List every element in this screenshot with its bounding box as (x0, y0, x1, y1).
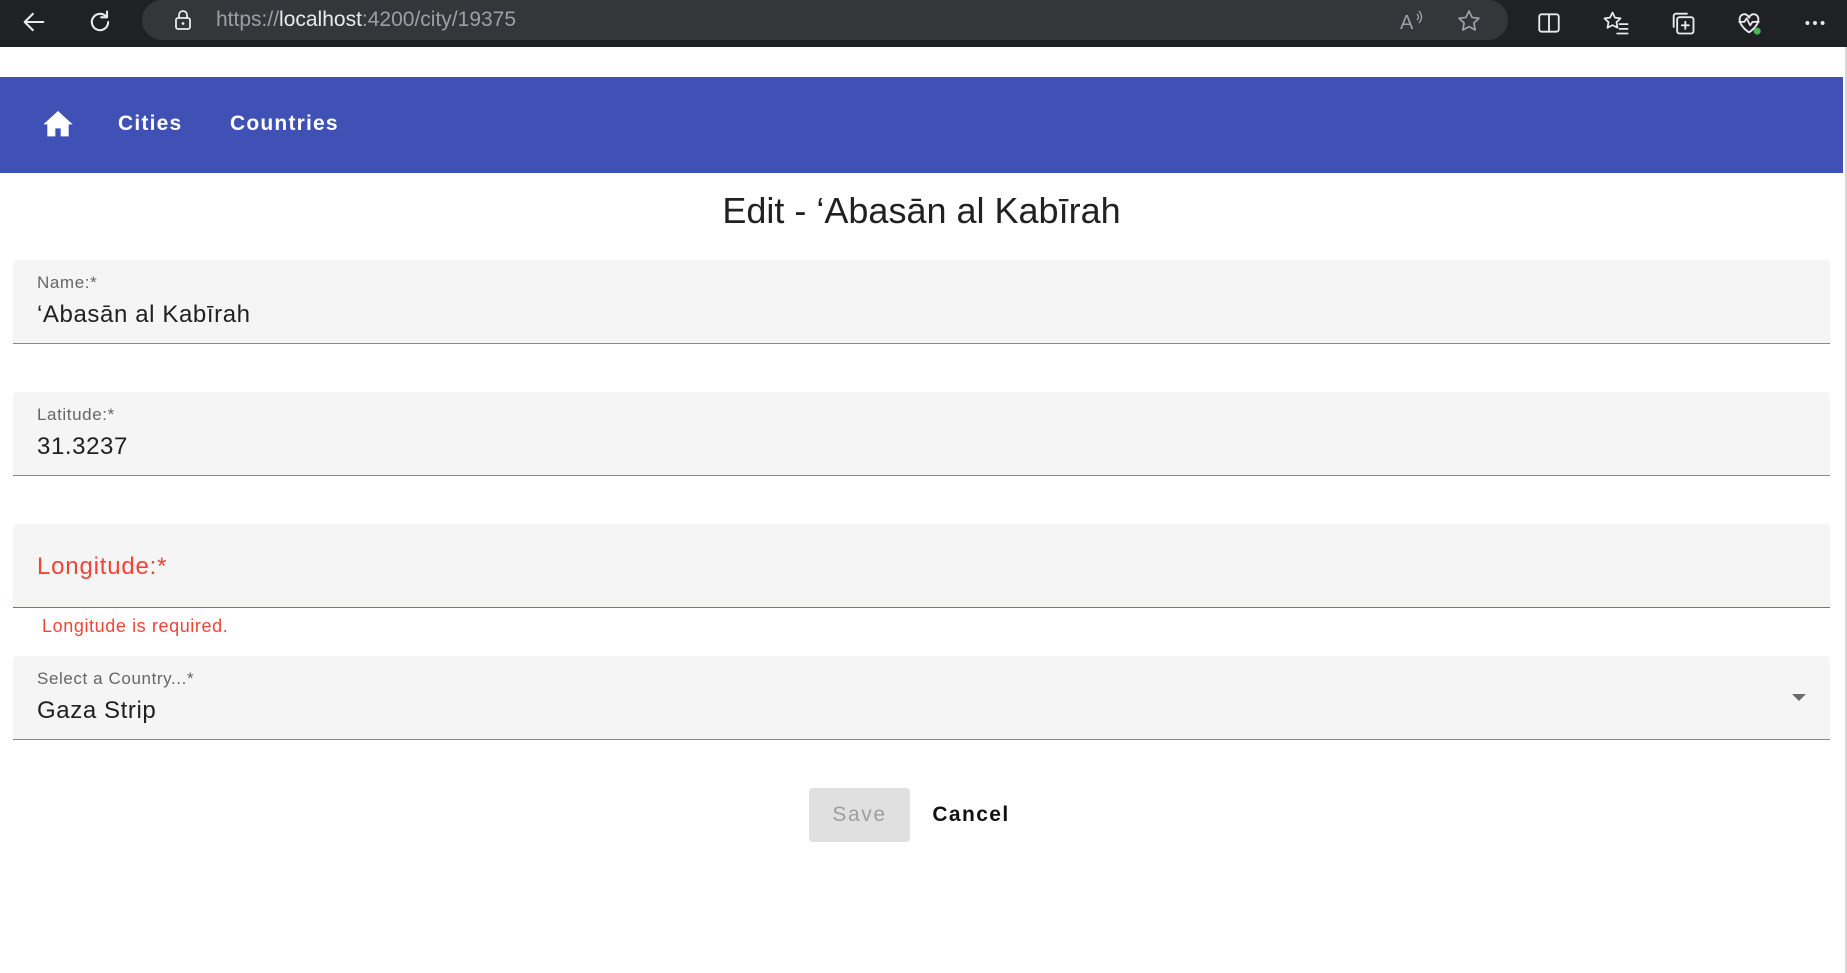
save-button[interactable]: Save (809, 788, 910, 842)
name-input[interactable]: ‘Abasān al Kabīrah (37, 300, 251, 330)
dropdown-arrow-icon[interactable] (1792, 694, 1806, 701)
nav-link-cities[interactable]: Cities (118, 111, 182, 137)
home-button[interactable] (38, 103, 78, 143)
favorite-star-icon[interactable] (1456, 8, 1482, 34)
home-icon (43, 111, 73, 137)
lock-icon[interactable] (172, 9, 194, 31)
longitude-field[interactable]: Longitude:* (13, 524, 1830, 608)
page-title: Edit - ‘Abasān al Kabīrah (722, 190, 1121, 231)
browser-health-icon[interactable] (1732, 6, 1766, 40)
split-screen-icon[interactable] (1532, 6, 1566, 40)
read-aloud-icon[interactable]: A (1398, 8, 1424, 34)
favorites-icon[interactable] (1599, 6, 1633, 40)
country-label: Select a Country...* (37, 669, 195, 688)
page-top-gap (0, 47, 1847, 77)
address-bar[interactable]: https://localhost:4200/city/19375 A (142, 0, 1508, 40)
latitude-label: Latitude:* (37, 405, 115, 424)
svg-text:A: A (1400, 12, 1414, 34)
cancel-button[interactable]: Cancel (918, 788, 1024, 842)
latitude-input[interactable]: 31.3237 (37, 432, 128, 462)
app-toolbar: Cities Countries (0, 77, 1843, 173)
url-scheme: https:// (216, 8, 280, 31)
name-label: Name:* (37, 273, 98, 292)
browser-toolbar: https://localhost:4200/city/19375 A (0, 0, 1847, 47)
latitude-field[interactable]: Latitude:* 31.3237 (13, 392, 1830, 476)
longitude-label: Longitude:* (37, 553, 168, 580)
more-icon[interactable] (1798, 6, 1832, 40)
url-text[interactable]: https://localhost:4200/city/19375 (216, 9, 516, 31)
reload-icon[interactable] (80, 4, 120, 40)
name-field[interactable]: Name:* ‘Abasān al Kabīrah (13, 260, 1830, 344)
url-path: :4200/city/19375 (361, 8, 517, 31)
back-icon[interactable] (14, 4, 54, 40)
collections-icon[interactable] (1666, 6, 1700, 40)
country-select[interactable]: Select a Country...* Gaza Strip (13, 656, 1830, 740)
country-value[interactable]: Gaza Strip (37, 696, 156, 726)
url-host: localhost (279, 8, 362, 31)
longitude-error: Longitude is required. (42, 616, 229, 636)
nav-link-countries[interactable]: Countries (230, 111, 339, 137)
